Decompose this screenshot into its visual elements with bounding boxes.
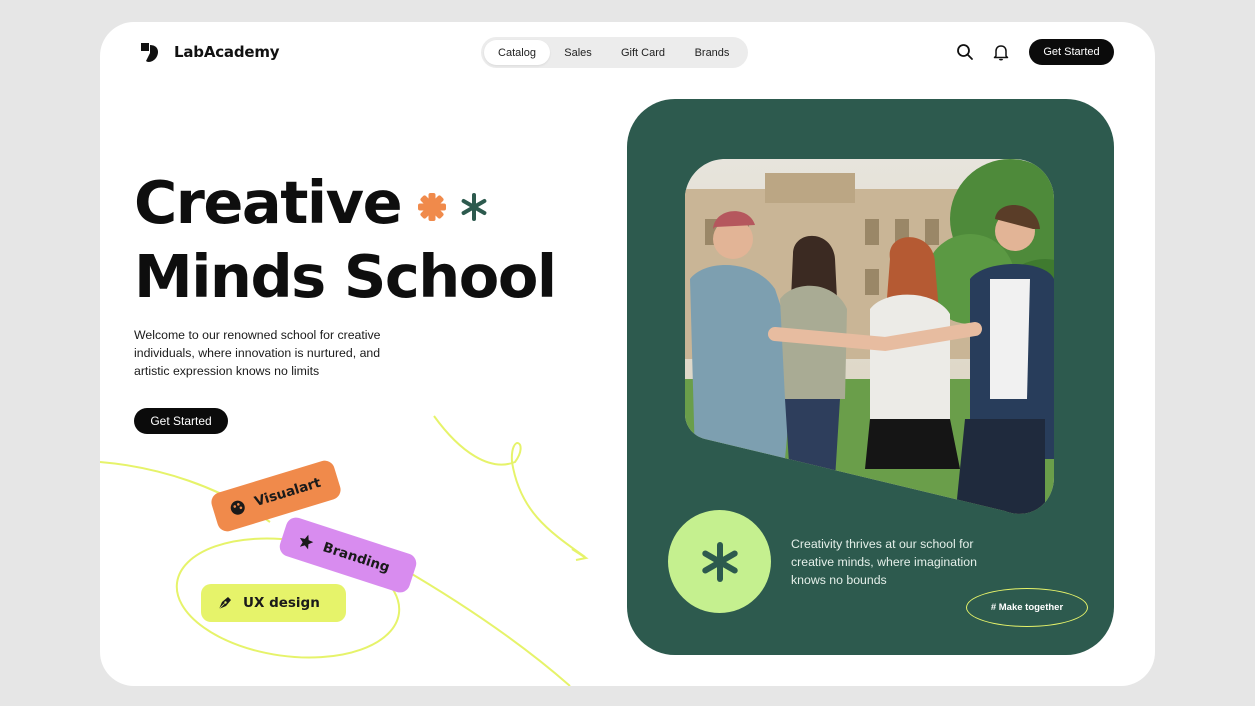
tag-visualart[interactable]: Visualart — [208, 458, 344, 534]
star-icon — [299, 534, 314, 550]
palette-icon — [230, 500, 245, 515]
main-nav: Catalog Sales Gift Card Brands — [481, 37, 748, 68]
nav-item-sales[interactable]: Sales — [550, 40, 606, 65]
page-card: LabAcademy Catalog Sales Gift Card Brand… — [100, 22, 1155, 686]
hero-title-line-2: Minds School — [134, 242, 557, 311]
tag-label: Visualart — [252, 474, 323, 511]
pen-nib-icon — [218, 597, 231, 610]
hero-description: Welcome to our renowned school for creat… — [134, 328, 381, 378]
logo[interactable]: LabAcademy — [138, 40, 280, 64]
header-get-started-button[interactable]: Get Started — [1029, 39, 1114, 65]
nav-item-brands[interactable]: Brands — [680, 40, 744, 65]
hero-get-started-button[interactable]: Get Started — [134, 408, 228, 434]
tag-ux-design[interactable]: UX design — [201, 584, 346, 622]
feature-panel: Creativity thrives at our school for cre… — [627, 99, 1114, 655]
feature-description: Creativity thrives at our school for cre… — [791, 537, 977, 587]
tag-label: UX design — [243, 595, 320, 611]
brand-name: LabAcademy — [174, 43, 280, 61]
decorative-asterisks-icon — [418, 193, 487, 221]
nav-item-gift-card[interactable]: Gift Card — [606, 40, 680, 65]
asterisk-icon — [701, 541, 738, 582]
search-icon[interactable] — [956, 43, 974, 61]
tag-label: Branding — [320, 539, 392, 576]
students-photo — [685, 159, 1054, 514]
nav-item-catalog[interactable]: Catalog — [484, 40, 550, 65]
asterisk-badge — [668, 510, 771, 613]
make-together-tag[interactable]: # Make together — [966, 588, 1088, 627]
labacademy-logo-icon — [141, 43, 158, 62]
bell-icon[interactable] — [992, 43, 1010, 61]
